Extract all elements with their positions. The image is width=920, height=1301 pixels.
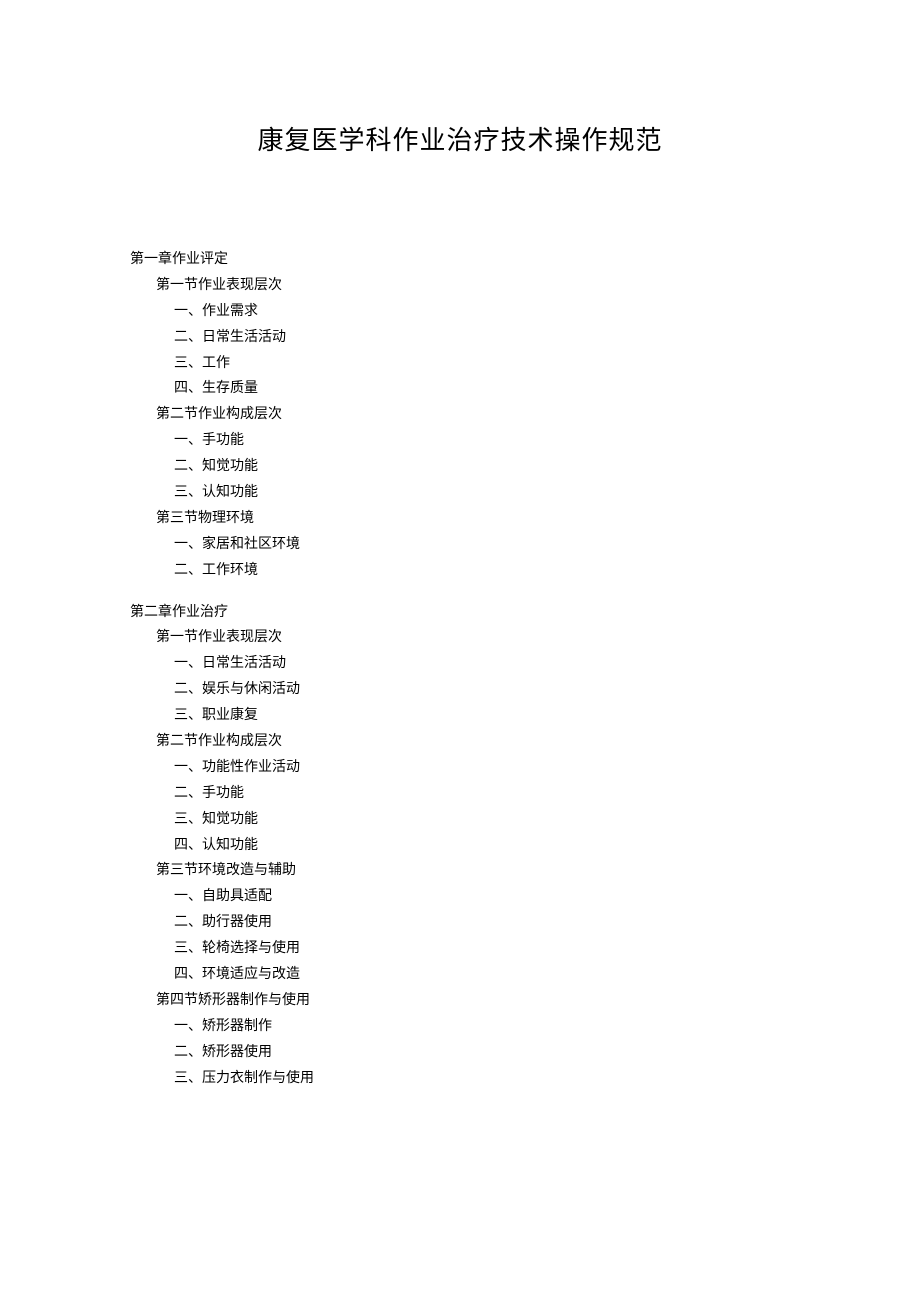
toc-entry: 第二章作业治疗 (130, 600, 790, 626)
toc-entry: 四、环境适应与改造 (130, 962, 790, 988)
page-title: 康复医学科作业治疗技术操作规范 (130, 120, 790, 157)
toc-leader-dots (230, 602, 788, 616)
toc-leader-dots (298, 860, 788, 874)
toc-label: 二、手功能 (174, 781, 244, 807)
toc-entry: 二、助行器使用 (130, 910, 790, 936)
toc-label: 三、压力衣制作与使用 (174, 1066, 314, 1092)
toc-leader-dots (256, 508, 788, 522)
toc-entry: 三、压力衣制作与使用 (130, 1066, 790, 1092)
toc-leader-dots (288, 327, 788, 341)
toc-label: 一、日常生活活动 (174, 651, 286, 677)
toc-label: 第二节作业构成层次 (156, 402, 282, 428)
toc-entry: 一、手功能 (130, 428, 790, 454)
toc-leader-dots (260, 378, 788, 392)
toc-label: 一、家居和社区环境 (174, 532, 300, 558)
toc-leader-dots (230, 249, 788, 263)
toc-label: 二、知觉功能 (174, 454, 258, 480)
toc-entry: 二、日常生活活动 (130, 325, 790, 351)
toc-label: 第一章作业评定 (130, 247, 228, 273)
toc-label: 第二章作业治疗 (130, 600, 228, 626)
toc-entry: 四、生存质量 (130, 376, 790, 402)
toc-entry: 一、功能性作业活动 (130, 755, 790, 781)
toc-entry: 一、自助具适配 (130, 884, 790, 910)
toc-entry: 一、矫形器制作 (130, 1014, 790, 1040)
toc-gap (130, 584, 790, 600)
toc-label: 二、助行器使用 (174, 910, 272, 936)
toc-leader-dots (246, 783, 788, 797)
toc-label: 三、职业康复 (174, 703, 258, 729)
toc-entry: 二、知觉功能 (130, 454, 790, 480)
toc-label: 四、认知功能 (174, 833, 258, 859)
toc-label: 二、工作环境 (174, 558, 258, 584)
toc-leader-dots (312, 990, 788, 1004)
toc-leader-dots (274, 1016, 788, 1030)
toc-label: 第二节作业构成层次 (156, 729, 282, 755)
toc-entry: 第一章作业评定 (130, 247, 790, 273)
toc-leader-dots (260, 809, 788, 823)
toc-leader-dots (274, 912, 788, 926)
toc-entry: 第二节作业构成层次 (130, 729, 790, 755)
toc-entry: 第二节作业构成层次 (130, 402, 790, 428)
toc-entry: 一、日常生活活动 (130, 651, 790, 677)
toc-leader-dots (302, 679, 788, 693)
toc-leader-dots (284, 404, 788, 418)
toc-label: 一、自助具适配 (174, 884, 272, 910)
toc-entry: 一、作业需求 (130, 299, 790, 325)
toc-entry: 三、认知功能 (130, 480, 790, 506)
toc-label: 三、知觉功能 (174, 807, 258, 833)
toc-label: 四、环境适应与改造 (174, 962, 300, 988)
toc-label: 三、认知功能 (174, 480, 258, 506)
toc-leader-dots (260, 482, 788, 496)
toc-entry: 二、矫形器使用 (130, 1040, 790, 1066)
toc-leader-dots (260, 835, 788, 849)
toc-label: 第四节矫形器制作与使用 (156, 988, 310, 1014)
toc-leader-dots (302, 534, 788, 548)
toc-label: 二、日常生活活动 (174, 325, 286, 351)
toc-leader-dots (260, 301, 788, 315)
toc-entry: 四、认知功能 (130, 833, 790, 859)
toc-leader-dots (260, 705, 788, 719)
toc-leader-dots (246, 430, 788, 444)
toc-label: 第三节环境改造与辅助 (156, 858, 296, 884)
toc-leader-dots (284, 627, 788, 641)
toc-entry: 三、职业康复 (130, 703, 790, 729)
toc-leader-dots (274, 886, 788, 900)
toc-entry: 三、工作 (130, 351, 790, 377)
toc-leader-dots (302, 757, 788, 771)
toc-leader-dots (302, 964, 788, 978)
toc-entry: 第一节作业表现层次 (130, 273, 790, 299)
toc-entry: 第四节矫形器制作与使用 (130, 988, 790, 1014)
toc-leader-dots (232, 353, 788, 367)
toc-entry: 三、知觉功能 (130, 807, 790, 833)
toc-leader-dots (260, 456, 788, 470)
toc-leader-dots (302, 938, 788, 952)
toc-entry: 第三节物理环境 (130, 506, 790, 532)
toc-label: 一、作业需求 (174, 299, 258, 325)
toc-entry: 二、娱乐与休闲活动 (130, 677, 790, 703)
toc-leader-dots (284, 731, 788, 745)
toc-label: 第三节物理环境 (156, 506, 254, 532)
toc-label: 第一节作业表现层次 (156, 273, 282, 299)
toc-label: 三、轮椅选择与使用 (174, 936, 300, 962)
toc-entry: 二、工作环境 (130, 558, 790, 584)
toc-leader-dots (316, 1068, 788, 1082)
toc-entry: 三、轮椅选择与使用 (130, 936, 790, 962)
toc-label: 四、生存质量 (174, 376, 258, 402)
toc-entry: 一、家居和社区环境 (130, 532, 790, 558)
toc-label: 第一节作业表现层次 (156, 625, 282, 651)
toc-leader-dots (288, 653, 788, 667)
toc-label: 二、矫形器使用 (174, 1040, 272, 1066)
toc-label: 一、矫形器制作 (174, 1014, 272, 1040)
toc-entry: 第一节作业表现层次 (130, 625, 790, 651)
table-of-contents: 第一章作业评定第一节作业表现层次一、作业需求二、日常生活活动三、工作四、生存质量… (130, 247, 790, 1092)
toc-leader-dots (260, 560, 788, 574)
toc-label: 一、手功能 (174, 428, 244, 454)
toc-leader-dots (284, 275, 788, 289)
toc-label: 三、工作 (174, 351, 230, 377)
toc-label: 一、功能性作业活动 (174, 755, 300, 781)
toc-entry: 二、手功能 (130, 781, 790, 807)
toc-label: 二、娱乐与休闲活动 (174, 677, 300, 703)
toc-leader-dots (274, 1042, 788, 1056)
toc-entry: 第三节环境改造与辅助 (130, 858, 790, 884)
